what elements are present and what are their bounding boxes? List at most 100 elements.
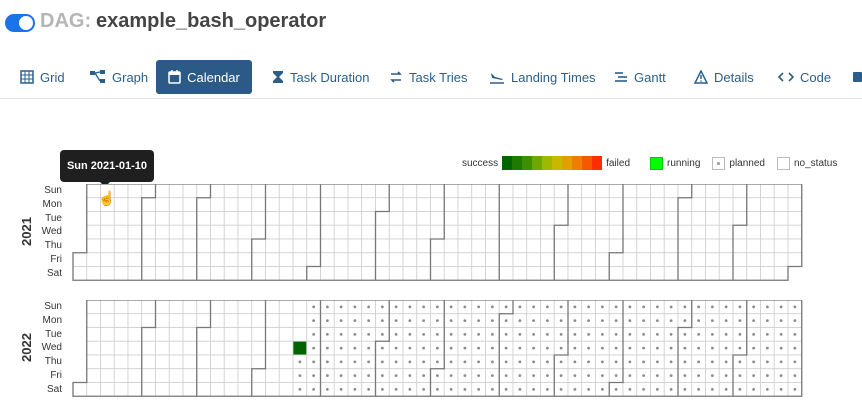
day-cell[interactable] [333, 266, 349, 281]
day-cell[interactable] [100, 368, 115, 383]
day-cell[interactable] [278, 197, 294, 212]
day-cell[interactable] [443, 252, 459, 267]
day-cell[interactable] [732, 252, 748, 267]
day-cell[interactable] [251, 327, 266, 342]
day-cell[interactable] [127, 382, 143, 397]
day-cell[interactable] [196, 340, 211, 356]
day-cell[interactable] [718, 252, 734, 267]
day-cell[interactable] [512, 266, 528, 281]
day-cell[interactable] [457, 252, 473, 267]
day-cell[interactable] [278, 224, 294, 240]
day-cell[interactable] [113, 211, 129, 226]
day-cell[interactable] [650, 184, 665, 199]
day-cell[interactable] [540, 184, 555, 199]
tab-details[interactable]: Details [688, 60, 760, 94]
day-cell[interactable] [182, 313, 198, 328]
day-cell[interactable] [471, 224, 486, 240]
day-cell[interactable] [251, 211, 266, 226]
day-cell[interactable] [182, 184, 198, 199]
day-cell[interactable] [210, 382, 225, 397]
day-cell[interactable] [141, 327, 156, 342]
day-cell[interactable] [141, 313, 156, 328]
dag-pause-toggle[interactable] [5, 14, 35, 32]
tab-calendar[interactable]: Calendar [156, 60, 252, 94]
day-cell[interactable] [705, 252, 720, 267]
day-cell[interactable] [622, 224, 638, 240]
day-cell[interactable] [457, 266, 473, 281]
day-cell[interactable] [402, 266, 418, 281]
day-cell[interactable] [471, 197, 486, 212]
day-cell[interactable] [718, 184, 734, 199]
day-cell[interactable] [498, 224, 514, 240]
day-cell[interactable] [210, 266, 225, 281]
day-cell[interactable] [251, 252, 266, 267]
day-cell[interactable] [278, 266, 294, 281]
day-cell[interactable] [677, 252, 693, 267]
day-cell[interactable] [265, 238, 280, 254]
day-cell[interactable] [636, 211, 651, 226]
day-cell[interactable] [375, 252, 390, 267]
day-cell[interactable] [210, 327, 225, 342]
tab-task-duration[interactable]: Task Duration [266, 60, 375, 94]
day-cell[interactable] [746, 266, 761, 281]
day-cell[interactable] [608, 197, 624, 212]
day-cell[interactable] [141, 224, 156, 240]
day-cell[interactable] [251, 382, 266, 397]
day-cell[interactable] [388, 224, 404, 240]
day-cell[interactable] [237, 382, 253, 397]
day-cell[interactable] [127, 340, 143, 356]
day-cell[interactable] [732, 197, 748, 212]
day-cell[interactable] [416, 238, 431, 254]
day-cell[interactable] [306, 197, 321, 212]
day-cell[interactable] [430, 224, 445, 240]
day-cell[interactable] [416, 224, 431, 240]
day-cell[interactable] [251, 340, 266, 356]
day-cell[interactable] [265, 340, 280, 356]
day-cell[interactable] [540, 197, 555, 212]
day-cell[interactable] [485, 197, 500, 212]
day-cell[interactable] [168, 184, 184, 199]
day-cell[interactable] [155, 313, 170, 328]
day-cell[interactable] [485, 184, 500, 199]
day-cell[interactable] [251, 300, 266, 315]
day-cell[interactable] [237, 252, 253, 267]
day-cell[interactable] [251, 313, 266, 328]
day-cell[interactable] [265, 382, 280, 397]
day-cell[interactable] [622, 238, 638, 254]
day-cell[interactable] [168, 327, 184, 342]
day-cell[interactable] [223, 266, 239, 281]
day-cell-success[interactable] [292, 340, 308, 356]
day-cell[interactable] [457, 197, 473, 212]
tab-landing-times[interactable]: Landing Times [483, 60, 602, 94]
day-cell[interactable] [512, 197, 528, 212]
day-cell[interactable] [732, 266, 748, 281]
day-cell[interactable] [663, 197, 679, 212]
day-cell[interactable] [100, 300, 115, 315]
day-cell[interactable] [127, 211, 143, 226]
day-cell[interactable] [168, 382, 184, 397]
day-cell[interactable] [402, 252, 418, 267]
day-cell[interactable] [498, 211, 514, 226]
day-cell[interactable] [100, 224, 115, 240]
day-cell[interactable] [622, 197, 638, 212]
day-cell[interactable] [265, 184, 280, 199]
day-cell[interactable] [100, 313, 115, 328]
day-cell[interactable] [223, 382, 239, 397]
day-cell[interactable] [443, 211, 459, 226]
day-cell[interactable] [457, 184, 473, 199]
day-cell[interactable] [512, 252, 528, 267]
day-cell[interactable] [320, 184, 335, 199]
day-cell[interactable] [760, 211, 775, 226]
day-cell[interactable] [127, 266, 143, 281]
day-cell[interactable] [168, 354, 184, 370]
day-cell[interactable] [210, 184, 225, 199]
day-cell[interactable] [402, 184, 418, 199]
day-cell[interactable] [443, 224, 459, 240]
day-cell[interactable] [347, 184, 363, 199]
day-cell[interactable] [443, 266, 459, 281]
day-cell[interactable] [237, 238, 253, 254]
day-cell[interactable] [691, 252, 706, 267]
day-cell[interactable] [773, 266, 789, 281]
day-cell[interactable] [223, 340, 239, 356]
day-cell[interactable] [526, 184, 541, 199]
